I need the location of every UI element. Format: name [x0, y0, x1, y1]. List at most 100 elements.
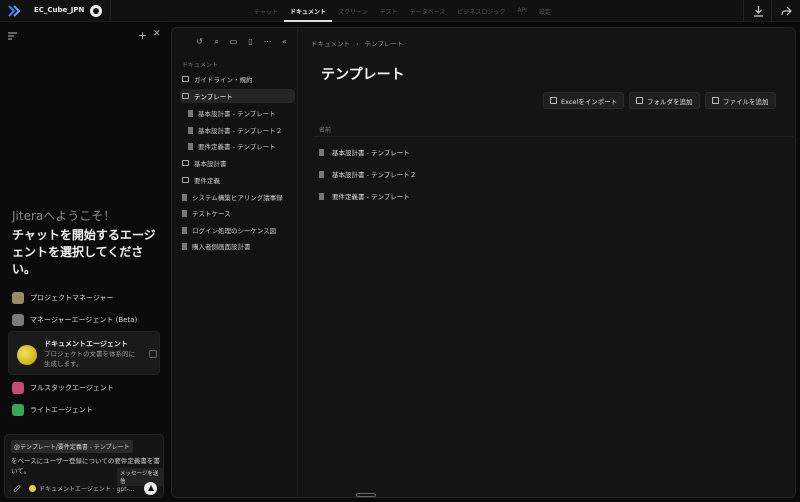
- resize-handle[interactable]: [356, 493, 376, 497]
- tree-item[interactable]: テンプレート: [180, 89, 295, 103]
- file-icon: [182, 226, 187, 234]
- search-icon[interactable]: ⌕: [211, 36, 222, 47]
- agent-label: フルスタックエージェント: [30, 384, 114, 392]
- button-label: Excelをインポート: [561, 97, 618, 106]
- folder-icon: [182, 160, 189, 166]
- add-folder-button[interactable]: フォルダを追加: [629, 92, 700, 109]
- agent-item-project-manager[interactable]: プロジェクトマネージャー: [12, 292, 114, 304]
- nav-screens[interactable]: スクリーン: [332, 0, 374, 22]
- column-header-name[interactable]: 名前: [319, 125, 331, 134]
- download-icon[interactable]: [753, 5, 764, 17]
- import-excel-button[interactable]: Excelをインポート: [543, 92, 625, 109]
- file-icon: [188, 142, 193, 150]
- file-icon: [182, 193, 187, 201]
- excel-icon: [550, 97, 557, 104]
- tree-item[interactable]: ガイドライン・規約: [180, 72, 295, 86]
- send-button[interactable]: [144, 482, 157, 495]
- agent-item-document[interactable]: ドキュメントエージェント プロジェクトの文書を体系的に生成します。: [8, 331, 160, 375]
- agent-label: プロジェクトマネージャー: [30, 294, 114, 302]
- tree-item-label: 基本設計書: [194, 160, 227, 168]
- new-folder-icon[interactable]: ▭: [228, 36, 239, 47]
- file-icon: [319, 170, 324, 178]
- list-item-label: 基本設計書 - テンプレート２: [332, 171, 417, 179]
- agent-selector-label: ドキュメントエージェント · gpt-...: [39, 486, 135, 493]
- tree-item-label: テストケース: [192, 210, 231, 218]
- agent-item-manager[interactable]: マネージャーエージェント (Beta): [12, 314, 137, 326]
- history-icon[interactable]: ↺: [194, 36, 205, 47]
- file-icon: [319, 192, 324, 200]
- tree-item[interactable]: 基本設計書: [180, 156, 295, 170]
- agent-avatar-icon: [12, 314, 24, 326]
- share-icon[interactable]: [780, 5, 792, 17]
- file-icon: [319, 148, 324, 156]
- mention-chip[interactable]: @テンプレート/要件定義書 - テンプレート: [11, 440, 133, 453]
- list-item-label: 要件定義書 - テンプレート: [332, 193, 410, 201]
- folder-icon: [182, 177, 189, 183]
- file-icon: [182, 209, 187, 217]
- github-icon[interactable]: [90, 5, 102, 17]
- list-item[interactable]: 基本設計書 - テンプレート２: [319, 169, 416, 179]
- welcome-heading: Jiteraへようこそ！: [12, 209, 116, 223]
- menu-icon[interactable]: [8, 32, 17, 40]
- nav-chat[interactable]: チャット: [248, 0, 284, 22]
- folder-open-icon: [182, 93, 189, 99]
- agent-avatar-icon: [12, 404, 24, 416]
- nav-test[interactable]: テスト: [374, 0, 404, 22]
- more-icon[interactable]: ⋯: [262, 36, 273, 47]
- new-chat-icon[interactable]: +: [138, 29, 147, 42]
- tree-item-label: ガイドライン・規約: [194, 76, 253, 84]
- tree-item-label: 基本設計書 - テンプレート２: [198, 127, 283, 135]
- info-icon[interactable]: [149, 350, 157, 358]
- agent-avatar-icon: [17, 345, 37, 365]
- nav-business-logic[interactable]: ビジネスロジック: [451, 0, 511, 22]
- tree-item-label: システム構築ヒアリング議事録: [192, 194, 283, 202]
- tree-item[interactable]: 基本設計書 - テンプレート２: [180, 123, 295, 137]
- jitera-logo-icon[interactable]: [8, 5, 20, 17]
- divider: [110, 0, 111, 22]
- agent-item-fullstack[interactable]: フルスタックエージェント: [12, 382, 114, 394]
- agent-item-light[interactable]: ライトエージェント: [12, 404, 93, 416]
- nav-documents[interactable]: ドキュメント: [283, 0, 332, 22]
- chat-panel: + ✕ Jiteraへようこそ！ チャットを開始するエージェントを選択してくださ…: [0, 22, 168, 502]
- chat-composer[interactable]: @テンプレート/要件定義書 - テンプレート をベースにユーザー登録についての要…: [4, 434, 164, 498]
- list-item[interactable]: 要件定義書 - テンプレート: [319, 191, 410, 201]
- divider: [313, 136, 793, 137]
- project-name[interactable]: EC_Cube_JPN: [34, 6, 84, 14]
- nav-api[interactable]: API: [511, 0, 533, 22]
- list-item-label: 基本設計書 - テンプレート: [332, 149, 410, 157]
- new-file-icon[interactable]: ▯: [245, 36, 256, 47]
- file-icon: [188, 109, 193, 117]
- folder-icon: [636, 97, 643, 104]
- agent-selector[interactable]: ドキュメントエージェント · gpt-...: [29, 484, 134, 493]
- welcome-subheading: チャットを開始するエージェントを選択してください。: [12, 228, 156, 276]
- welcome-message: Jiteraへようこそ！ チャットを開始するエージェントを選択してください。: [12, 207, 162, 278]
- agent-label: ドキュメントエージェント: [44, 340, 128, 348]
- folder-view: ドキュメント › テンプレート テンプレート Excelをインポート フォルダを追加…: [299, 28, 795, 497]
- file-icon: [182, 242, 187, 250]
- tree-item-label: ログイン処理のシーケンス図: [192, 227, 277, 235]
- tree-item[interactable]: システム構築ヒアリング議事録: [180, 190, 295, 204]
- tree-item[interactable]: 購入者側画面設計書: [180, 239, 295, 253]
- tree-item[interactable]: テストケース: [180, 206, 295, 220]
- breadcrumb-root[interactable]: ドキュメント: [311, 40, 350, 48]
- top-bar: EC_Cube_JPN チャット ドキュメント スクリーン テスト データベース…: [0, 0, 800, 22]
- chevron-right-icon: ›: [356, 40, 359, 48]
- tree-item-label: 要件定義: [194, 177, 220, 185]
- agent-dot-icon: [29, 485, 36, 492]
- divider: [771, 0, 772, 22]
- collapse-panel-icon[interactable]: ✕: [153, 29, 161, 39]
- tree-item[interactable]: ログイン処理のシーケンス図: [180, 223, 295, 237]
- nav-settings[interactable]: 設定: [533, 0, 557, 22]
- nav-database[interactable]: データベース: [404, 0, 452, 22]
- add-file-button[interactable]: ファイルを追加: [705, 92, 776, 109]
- tree-item[interactable]: 基本設計書 - テンプレート: [180, 106, 295, 120]
- attach-icon[interactable]: [13, 485, 21, 493]
- tree-item[interactable]: 要件定義: [180, 173, 295, 187]
- button-label: ファイルを追加: [723, 97, 769, 106]
- collapse-tree-icon[interactable]: «: [279, 36, 290, 47]
- tree-item[interactable]: 要件定義書 - テンプレート: [180, 139, 295, 153]
- tree-item-label: 購入者側画面設計書: [192, 243, 251, 251]
- list-item[interactable]: 基本設計書 - テンプレート: [319, 147, 410, 157]
- document-tree: ↺ ⌕ ▭ ▯ ⋯ « ドキュメント ガイドライン・規約 テンプレート 基本設計…: [172, 28, 298, 497]
- document-workspace: ↺ ⌕ ▭ ▯ ⋯ « ドキュメント ガイドライン・規約 テンプレート 基本設計…: [171, 27, 796, 498]
